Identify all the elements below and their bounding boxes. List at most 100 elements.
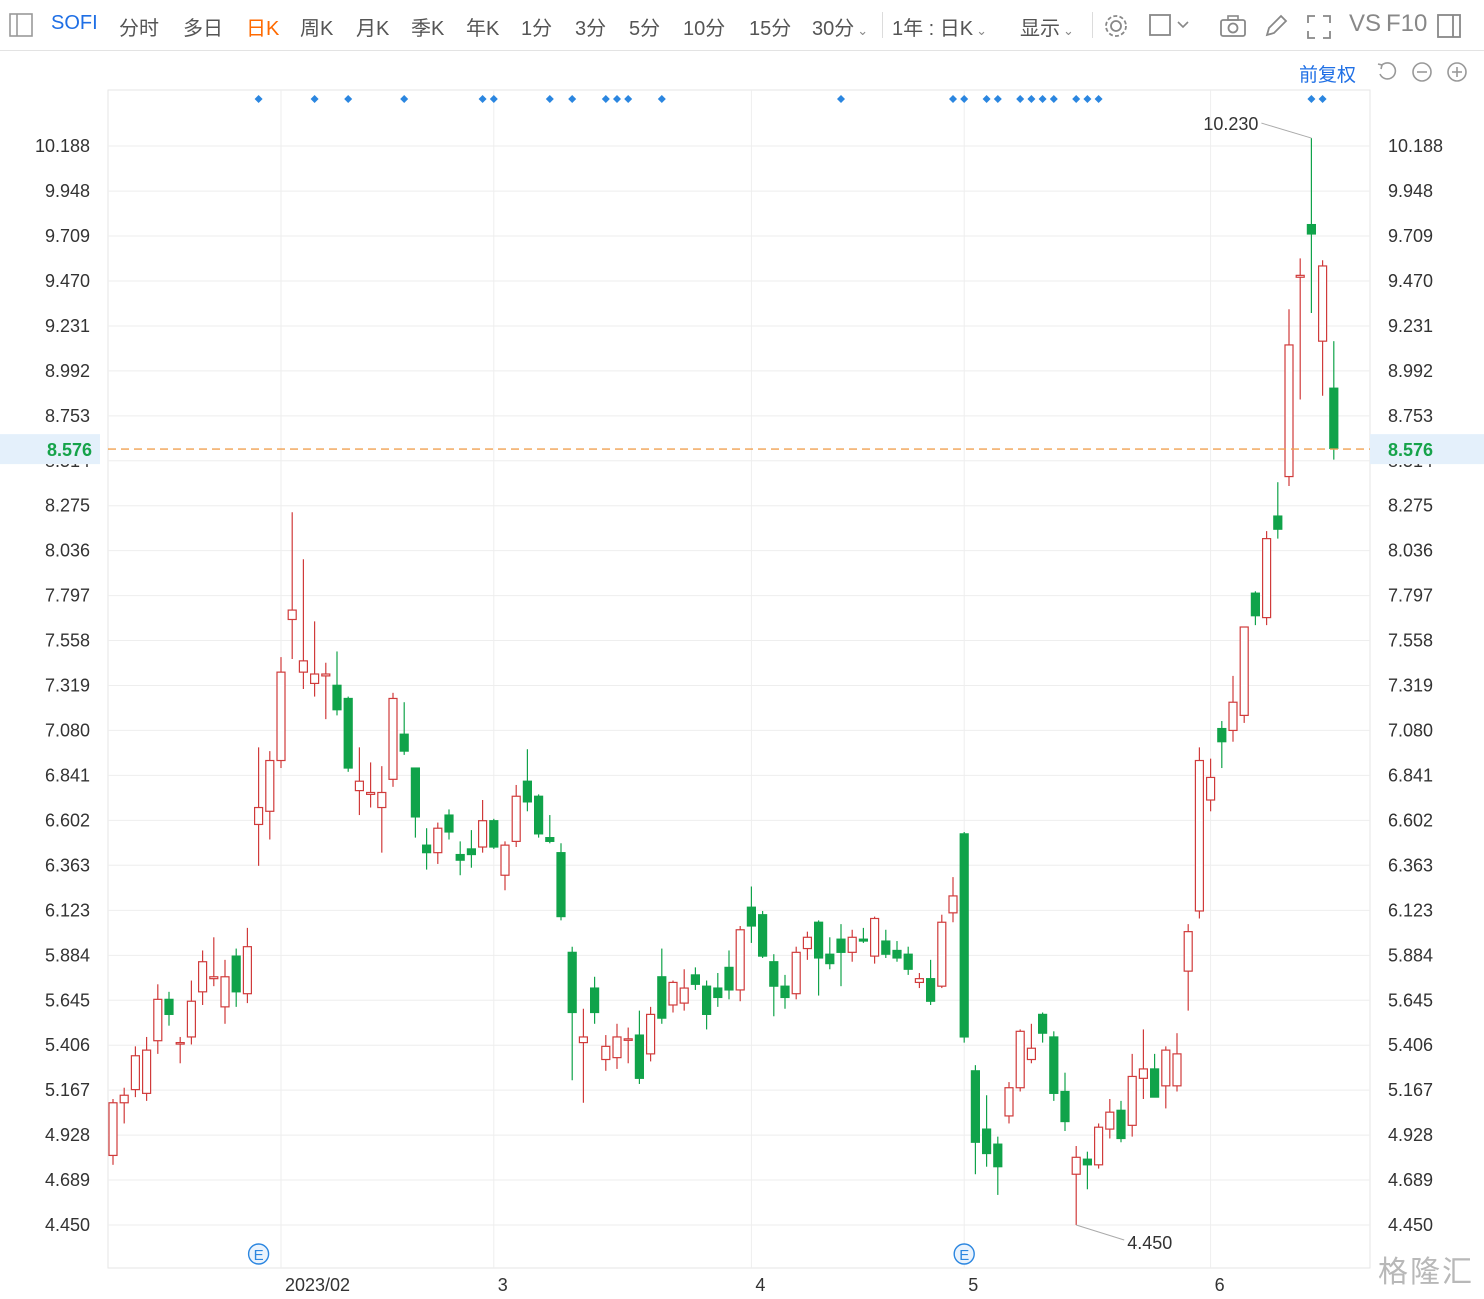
y-tick-label-right: 7.080 bbox=[1388, 720, 1433, 740]
candle-body bbox=[1295, 274, 1305, 278]
dividend-marker bbox=[1049, 95, 1058, 103]
candle-body bbox=[1306, 223, 1317, 235]
x-tick-label: 2023/02 bbox=[285, 1275, 350, 1295]
candle-body bbox=[209, 976, 219, 980]
y-tick-label-right: 9.709 bbox=[1388, 226, 1433, 246]
min-annotation-leader bbox=[1076, 1224, 1125, 1241]
tab-quarterly-k[interactable]: 季K bbox=[411, 12, 444, 41]
candle-body bbox=[937, 921, 947, 987]
current-price-band-left bbox=[0, 434, 100, 465]
y-tick-label-left: 6.602 bbox=[45, 810, 90, 830]
camera-icon[interactable] bbox=[1218, 13, 1248, 45]
panel-toggle-icon[interactable] bbox=[1436, 13, 1464, 47]
candle-body bbox=[612, 1036, 622, 1059]
candle-body bbox=[1026, 1047, 1037, 1061]
current-price-label-right: 8.576 bbox=[1388, 440, 1433, 460]
period-select[interactable]: 1年 : 日K ⌄ bbox=[892, 12, 987, 41]
candle-body bbox=[478, 820, 488, 848]
zoom-in-icon[interactable] bbox=[1446, 61, 1468, 83]
zoom-out-icon[interactable] bbox=[1411, 61, 1433, 83]
y-tick-label-left: 5.884 bbox=[45, 945, 90, 965]
tab-fenshi[interactable]: 分时 bbox=[119, 12, 159, 41]
fullscreen-icon[interactable] bbox=[1305, 13, 1333, 47]
y-tick-label-left: 9.231 bbox=[45, 316, 90, 336]
layout-box-icon[interactable] bbox=[1148, 13, 1194, 45]
candle-body bbox=[354, 780, 364, 792]
earnings-event-label: E bbox=[254, 1247, 264, 1264]
candle-body bbox=[858, 938, 869, 942]
reset-icon[interactable] bbox=[1376, 61, 1398, 83]
tab-10min[interactable]: 10分 bbox=[683, 12, 725, 41]
f10-button[interactable]: F10 bbox=[1386, 10, 1427, 38]
price-adjust-toggle[interactable]: 前复权 bbox=[1299, 60, 1356, 87]
y-tick-label-left: 8.992 bbox=[45, 361, 90, 381]
candle-body bbox=[388, 697, 398, 780]
plot-frame bbox=[107, 89, 1371, 1269]
candle-body bbox=[791, 951, 801, 995]
max-annotation-label: 10.230 bbox=[1203, 114, 1258, 134]
candle-body bbox=[847, 936, 857, 953]
tab-5min[interactable]: 5分 bbox=[629, 12, 660, 41]
settings-gear-icon[interactable] bbox=[1102, 12, 1130, 46]
tab-yearly-k[interactable]: 年K bbox=[466, 12, 499, 41]
tab-30min[interactable]: 30分 ⌄ bbox=[812, 12, 868, 41]
pencil-icon[interactable] bbox=[1262, 13, 1290, 45]
tab-1min[interactable]: 1分 bbox=[521, 12, 552, 41]
candle-body bbox=[556, 852, 566, 918]
current-price-band-right bbox=[1370, 434, 1484, 465]
dividend-marker bbox=[489, 95, 498, 103]
sidebar-toggle-icon[interactable] bbox=[8, 12, 34, 44]
candle-body bbox=[422, 844, 432, 854]
candle-body bbox=[489, 820, 499, 848]
candle-body bbox=[1183, 931, 1193, 972]
candle-body bbox=[567, 951, 577, 1014]
candle-body bbox=[1138, 1068, 1149, 1079]
x-tick-label: 3 bbox=[498, 1275, 508, 1295]
y-tick-label-right: 9.231 bbox=[1388, 316, 1433, 336]
candle-body bbox=[1004, 1087, 1014, 1117]
candle-body bbox=[186, 1000, 196, 1038]
y-tick-label-left: 4.450 bbox=[45, 1215, 90, 1235]
candle-body bbox=[701, 985, 712, 1015]
tab-monthly-k[interactable]: 月K bbox=[356, 12, 389, 41]
y-tick-label-left: 4.689 bbox=[45, 1170, 90, 1190]
candle-body bbox=[198, 961, 208, 993]
candle-body bbox=[1329, 387, 1339, 449]
dividend-marker bbox=[1038, 95, 1047, 103]
candle-body bbox=[813, 921, 824, 959]
tab-weekly-k[interactable]: 周K bbox=[300, 12, 333, 41]
candle-body bbox=[1037, 1013, 1048, 1034]
vs-compare-button[interactable]: VS bbox=[1349, 10, 1381, 38]
tab-daily-k[interactable]: 日K bbox=[246, 12, 279, 41]
period-select-value: 1年 : 日K bbox=[892, 18, 974, 40]
candle-body bbox=[1217, 727, 1227, 743]
candle-body bbox=[1116, 1109, 1126, 1140]
tab-multiday[interactable]: 多日 bbox=[183, 12, 223, 41]
candlestick-chart[interactable]: 10.188 10.188 9.948 9.948 9.709 9.709 9.470 9.4… bbox=[0, 0, 1484, 1299]
candle-body bbox=[500, 844, 510, 876]
tab-15min[interactable]: 15分 bbox=[749, 12, 791, 41]
candle-body bbox=[1149, 1068, 1160, 1098]
y-tick-label-right: 6.602 bbox=[1388, 810, 1433, 830]
chevron-down-icon: ⌄ bbox=[976, 23, 988, 38]
display-menu[interactable]: 显示 ⌄ bbox=[1020, 12, 1074, 41]
candle-body bbox=[746, 906, 757, 927]
candle-body bbox=[1082, 1158, 1093, 1166]
dividend-marker bbox=[310, 95, 319, 103]
y-tick-label-left: 9.470 bbox=[45, 271, 90, 291]
candle-body bbox=[533, 795, 544, 835]
candle-body bbox=[366, 791, 376, 795]
symbol-label[interactable]: SOFI bbox=[51, 12, 98, 35]
candle-body bbox=[690, 974, 701, 985]
candle-body bbox=[466, 848, 476, 856]
display-menu-label: 显示 bbox=[1020, 18, 1060, 40]
tab-3min[interactable]: 3分 bbox=[575, 12, 606, 41]
candle-body bbox=[298, 660, 308, 673]
y-tick-label-left: 7.797 bbox=[45, 586, 90, 606]
candle-body bbox=[724, 966, 734, 991]
dividend-marker bbox=[478, 95, 487, 103]
dividend-marker bbox=[960, 95, 969, 103]
candle-body bbox=[1127, 1075, 1137, 1126]
y-tick-label-right: 7.797 bbox=[1388, 586, 1433, 606]
candle-body bbox=[444, 814, 454, 833]
